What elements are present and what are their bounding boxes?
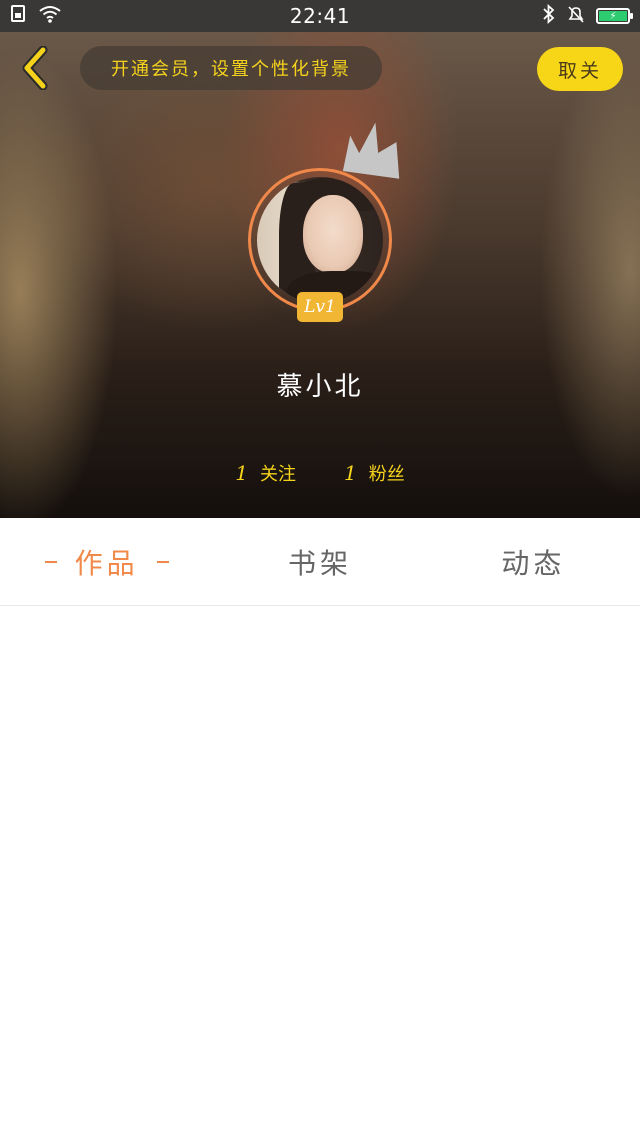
follow-stats: 1 关注 1 粉丝: [0, 460, 640, 486]
battery-charging-icon: ⚡: [596, 8, 633, 24]
sim-icon: [10, 4, 28, 28]
profile-header: 开通会员，设置个性化背景 取关 Lv1 慕小北 1 关注 1 粉丝: [0, 32, 640, 518]
chevron-left-icon: [22, 46, 48, 90]
avatar[interactable]: [248, 168, 392, 312]
status-time: 22:41: [289, 4, 351, 28]
tab-bookshelf[interactable]: 书架: [213, 518, 426, 605]
tab-works[interactable]: 作品: [0, 518, 213, 605]
status-bar: 22:41 ⚡: [0, 0, 640, 32]
profile-tabs: 作品 书架 动态: [0, 518, 640, 606]
active-indicator-left: [44, 560, 57, 563]
username: 慕小北: [276, 372, 364, 402]
bluetooth-icon: [542, 3, 556, 28]
vip-upgrade-banner[interactable]: 开通会员，设置个性化背景: [80, 46, 382, 90]
unfollow-button[interactable]: 取关: [537, 47, 623, 91]
followers-count: 1: [344, 461, 357, 485]
active-indicator-right: [156, 560, 169, 563]
following-count: 1: [235, 461, 248, 485]
following-stat[interactable]: 1 关注: [235, 460, 296, 486]
back-button[interactable]: [14, 44, 54, 92]
tab-works-label: 作品: [74, 546, 139, 580]
followers-stat[interactable]: 1 粉丝: [344, 460, 405, 486]
avatar-photo: [257, 177, 383, 303]
level-badge: Lv1: [297, 292, 343, 322]
tab-bookshelf-label: 书架: [287, 546, 352, 580]
tab-content-area: [0, 607, 640, 1138]
following-label: 关注: [260, 464, 296, 485]
tab-activity[interactable]: 动态: [427, 518, 640, 605]
followers-label: 粉丝: [368, 464, 405, 485]
silent-bell-icon: [566, 4, 586, 28]
status-right: ⚡: [542, 3, 633, 28]
wifi-icon: [38, 4, 62, 28]
tab-activity-label: 动态: [501, 546, 566, 580]
status-left: [10, 4, 62, 28]
